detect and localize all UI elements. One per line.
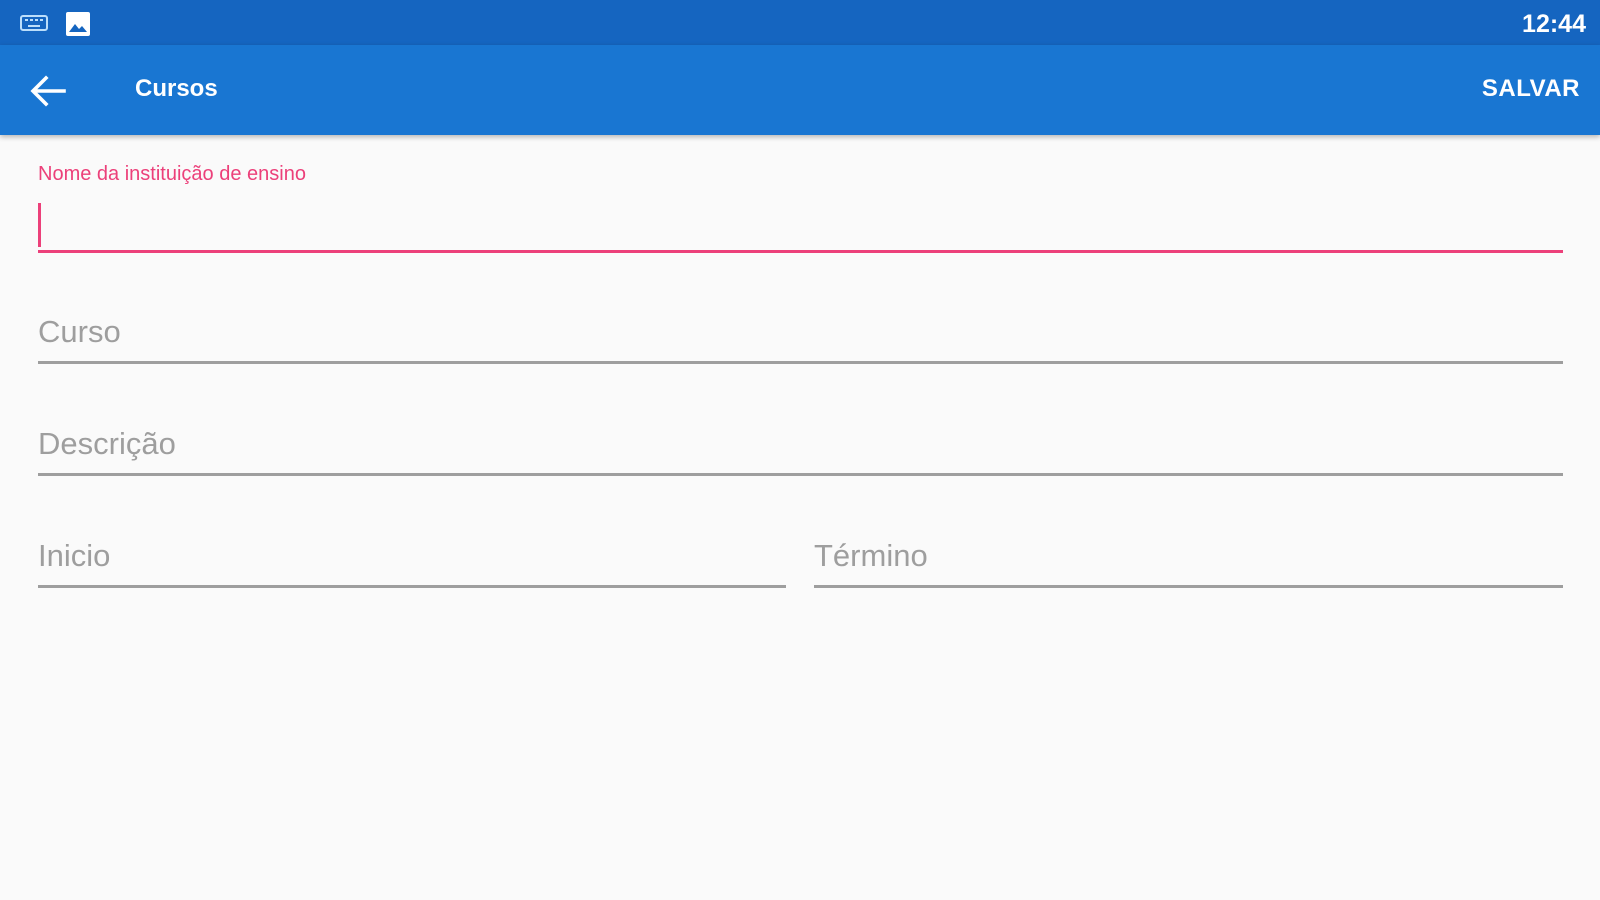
course-form: Nome da instituição de ensino Curso Desc… bbox=[0, 135, 1600, 900]
institution-underline bbox=[38, 250, 1563, 253]
status-bar: 12:44 bbox=[0, 0, 1600, 45]
arrow-back-icon[interactable] bbox=[22, 65, 74, 122]
start-field[interactable]: Inicio bbox=[38, 534, 786, 588]
description-field[interactable]: Descrição bbox=[38, 422, 1563, 476]
course-placeholder: Curso bbox=[38, 314, 121, 349]
keyboard-icon bbox=[20, 15, 48, 36]
course-underline bbox=[38, 361, 1563, 364]
course-field[interactable]: Curso bbox=[38, 310, 1563, 364]
page-title: Cursos bbox=[135, 75, 218, 102]
end-underline bbox=[814, 585, 1563, 588]
picture-icon bbox=[66, 12, 90, 41]
end-placeholder: Término bbox=[814, 538, 928, 573]
institution-label: Nome da instituição de ensino bbox=[38, 163, 306, 185]
app-bar: Cursos SALVAR bbox=[0, 45, 1600, 135]
status-time: 12:44 bbox=[1522, 10, 1586, 38]
end-field[interactable]: Término bbox=[814, 534, 1563, 588]
description-underline bbox=[38, 473, 1563, 476]
institution-field[interactable]: Nome da instituição de ensino bbox=[38, 163, 1563, 253]
start-placeholder: Inicio bbox=[38, 538, 111, 573]
save-button[interactable]: SALVAR bbox=[1482, 75, 1580, 103]
description-placeholder: Descrição bbox=[38, 426, 176, 461]
start-underline bbox=[38, 585, 786, 588]
text-cursor bbox=[38, 203, 41, 247]
